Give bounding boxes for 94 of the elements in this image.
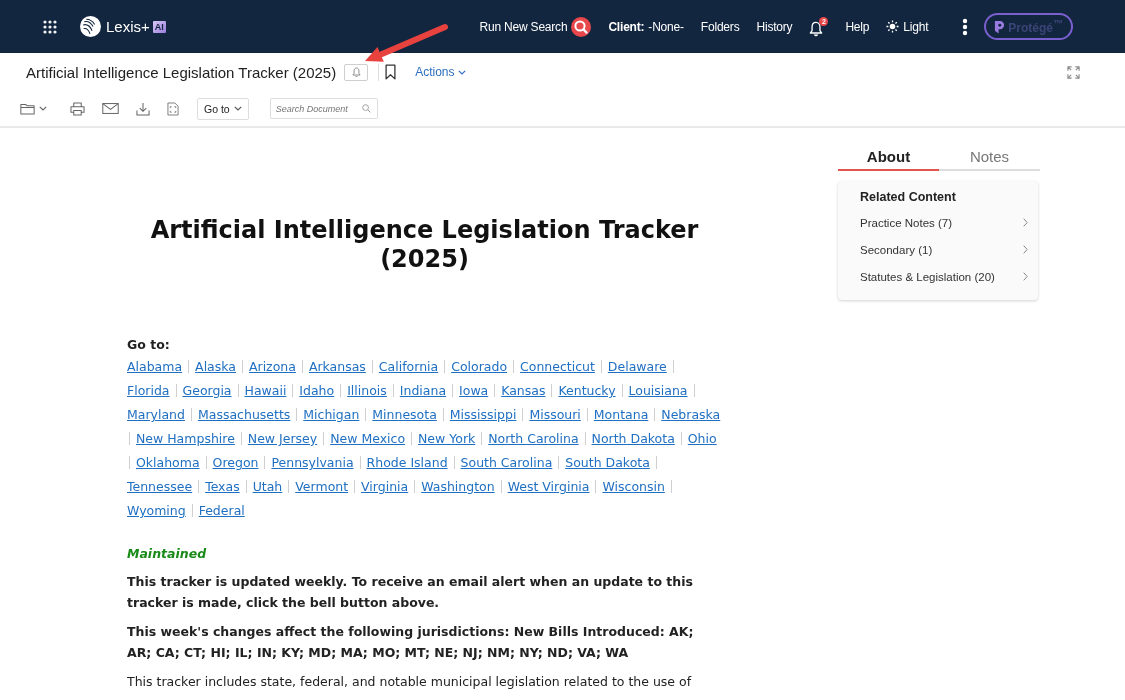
- jurisdiction-link[interactable]: Ohio: [687, 431, 717, 446]
- theme-toggle[interactable]: Light: [886, 19, 929, 34]
- jurisdiction-link[interactable]: Tennessee: [127, 479, 193, 494]
- status-label: Maintained: [127, 545, 208, 563]
- jurisdiction-link[interactable]: Minnesota: [372, 407, 437, 422]
- jurisdiction-link[interactable]: Florida: [127, 383, 170, 398]
- run-new-search-button[interactable]: Run New Search: [479, 16, 592, 37]
- nav-link[interactable]: Folders: [700, 19, 740, 34]
- logo-icon: [80, 16, 101, 37]
- jurisdiction-link[interactable]: Arizona: [248, 359, 296, 374]
- logo-icon: [994, 19, 1006, 34]
- bell-icon: [351, 66, 361, 78]
- jurisdiction-link[interactable]: Wisconsin: [602, 479, 665, 494]
- goto-label: Go to:: [127, 336, 171, 354]
- panel-tab[interactable]: Notes: [939, 144, 1040, 171]
- jurisdiction-link[interactable]: Louisiana: [628, 383, 688, 398]
- jurisdiction-link[interactable]: Mississippi: [449, 407, 517, 422]
- panel-tab[interactable]: About: [838, 144, 939, 171]
- jurisdiction-link[interactable]: West Virginia: [507, 479, 590, 494]
- expand-icon[interactable]: [1067, 65, 1080, 79]
- actions-menu[interactable]: Actions: [415, 65, 466, 79]
- section-heading: Related Content: [860, 189, 957, 206]
- jurisdiction-link[interactable]: Washington: [421, 479, 495, 494]
- jurisdiction-link[interactable]: Oregon: [212, 455, 259, 470]
- nav-link[interactable]: History: [756, 19, 793, 34]
- jurisdiction-link[interactable]: Vermont: [295, 479, 349, 494]
- document-title: Artificial Intelligence Legislation Tracker (2025): [26, 63, 337, 81]
- jurisdiction-link[interactable]: Idaho: [299, 383, 335, 398]
- jurisdiction-link[interactable]: Kansas: [501, 383, 546, 398]
- apps-grid-icon[interactable]: [43, 19, 57, 34]
- jurisdiction-link[interactable]: Alabama: [127, 359, 183, 374]
- jurisdiction-link[interactable]: Illinois: [347, 383, 387, 398]
- related-content-item[interactable]: Statutes & Legislation (20): [860, 263, 1028, 290]
- jurisdiction-link[interactable]: Texas: [205, 479, 240, 494]
- more-icon[interactable]: [962, 17, 969, 36]
- search-icon: [571, 16, 592, 37]
- jurisdiction-link[interactable]: Wyoming: [127, 503, 186, 518]
- sun-icon: [886, 20, 900, 33]
- jurisdiction-link[interactable]: New Hampshire: [136, 431, 235, 446]
- jurisdiction-link[interactable]: Massachusetts: [197, 407, 291, 422]
- jurisdiction-link[interactable]: Utah: [252, 479, 283, 494]
- goto-dropdown[interactable]: Go to: [197, 97, 249, 120]
- jurisdiction-link[interactable]: Arkansas: [308, 359, 366, 374]
- notice-text: This week's changes affect the following jurisdictions: New Bills Introduced: AK; AR; CA; CT; HI; IL; IN; KY; MD; MA; MO; MT; NE; NJ; NM; NY; ND; VA; WA: [127, 623, 695, 662]
- jurisdiction-link[interactable]: Montana: [593, 407, 649, 422]
- ai-badge: AI: [152, 20, 166, 33]
- caret-icon: [233, 106, 242, 111]
- jurisdiction-link[interactable]: South Carolina: [460, 455, 553, 470]
- bell-icon: [809, 20, 824, 37]
- envelope-icon[interactable]: [102, 103, 119, 114]
- brand-name: Lexis+: [106, 18, 150, 35]
- document-heading: Artificial Intelligence Legislation Tracker (2025): [149, 216, 700, 274]
- caret-icon: [39, 106, 47, 111]
- jurisdiction-link[interactable]: Hawaii: [244, 383, 287, 398]
- jurisdiction-link[interactable]: Federal: [198, 503, 245, 518]
- jurisdiction-link[interactable]: Iowa: [459, 383, 489, 398]
- jurisdiction-link[interactable]: Maryland: [127, 407, 185, 422]
- jurisdiction-link[interactable]: Connecticut: [520, 359, 595, 374]
- chevron-right-icon: [1023, 272, 1028, 281]
- jurisdiction-link[interactable]: Alaska: [195, 359, 236, 374]
- jurisdiction-link[interactable]: North Carolina: [488, 431, 579, 446]
- chevron-right-icon: [1023, 218, 1028, 227]
- jurisdiction-link[interactable]: Michigan: [303, 407, 360, 422]
- jurisdiction-link[interactable]: California: [378, 359, 439, 374]
- jurisdiction-link[interactable]: Rhode Island: [366, 455, 448, 470]
- client-selector[interactable]: Client: -None-: [608, 19, 684, 34]
- bookmark-icon[interactable]: [385, 64, 397, 80]
- jurisdiction-link[interactable]: Virginia: [361, 479, 409, 494]
- jurisdiction-link[interactable]: South Dakota: [565, 455, 650, 470]
- jurisdiction-link[interactable]: New Mexico: [330, 431, 406, 446]
- jurisdiction-link[interactable]: Oklahoma: [136, 455, 200, 470]
- related-content-item[interactable]: Secondary (1): [860, 236, 1028, 263]
- jurisdiction-link[interactable]: Kentucky: [558, 383, 616, 398]
- jurisdiction-link[interactable]: Indiana: [399, 383, 447, 398]
- chevron-right-icon: [1023, 245, 1028, 254]
- caret-icon: [457, 69, 466, 75]
- jurisdiction-link[interactable]: Nebraska: [661, 407, 721, 422]
- body-text: This tracker includes state, federal, and notable municipal legislation related to the use of: [127, 673, 693, 691]
- document-icon[interactable]: [167, 101, 179, 116]
- folder-icon: [20, 102, 35, 115]
- notice-text: This tracker is updated weekly. To receive an email alert when an update to this tracker is made, click the bell button above.: [127, 573, 694, 612]
- related-content-item[interactable]: Practice Notes (7): [860, 209, 1028, 236]
- jurisdiction-link[interactable]: North Dakota: [591, 431, 675, 446]
- folder-menu-button[interactable]: [20, 102, 47, 115]
- jurisdiction-link[interactable]: Missouri: [529, 407, 581, 422]
- jurisdiction-link[interactable]: New York: [418, 431, 476, 446]
- nav-link[interactable]: Help: [845, 19, 870, 34]
- jurisdiction-link[interactable]: Colorado: [451, 359, 508, 374]
- download-icon[interactable]: [136, 101, 150, 116]
- jurisdiction-link[interactable]: New Jersey: [247, 431, 318, 446]
- jurisdiction-link[interactable]: Pennsylvania: [271, 455, 354, 470]
- jurisdiction-link[interactable]: Georgia: [182, 383, 232, 398]
- printer-icon[interactable]: [70, 101, 85, 116]
- jurisdiction-link[interactable]: Delaware: [607, 359, 667, 374]
